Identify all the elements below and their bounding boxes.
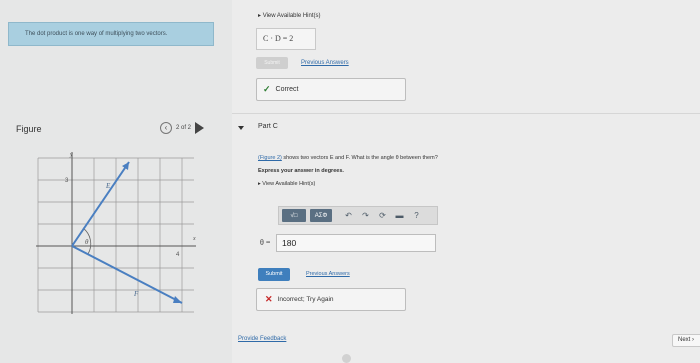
tick-x-4: 4 <box>176 252 180 258</box>
feedback-correct-text: Correct <box>275 86 299 93</box>
figure-heading: Figure <box>16 124 42 134</box>
math-toolbar: √□ ΑΣΦ ↶ ↷ ⟳ ▬ ? <box>278 206 438 225</box>
feedback-incorrect-text: Incorrect; Try Again <box>277 296 334 303</box>
vector-f-label: F <box>133 290 139 298</box>
vector-f-arrowhead <box>173 296 182 303</box>
part-title: Part C <box>258 123 278 130</box>
vector-figure: y x 3 4 θ E F <box>36 152 196 314</box>
figure-link[interactable]: (Figure 2) <box>258 155 282 161</box>
figure-pager: ‹ 2 of 2 <box>160 122 205 134</box>
undo-icon[interactable]: ↶ <box>342 211 355 220</box>
question-text: (Figure 2) shows two vectors E and F. Wh… <box>258 155 438 161</box>
submit-button[interactable]: Submit <box>258 268 290 281</box>
help-icon[interactable]: ? <box>410 211 423 220</box>
prev-figure-icon[interactable]: ‹ <box>160 122 172 134</box>
view-hints-label: View Available Hint(s) <box>262 13 321 19</box>
dot-product-answer: C · D = 2 <box>256 28 316 50</box>
x-axis-label: x <box>192 236 196 242</box>
vector-e-label: E <box>105 182 111 190</box>
next-figure-icon[interactable] <box>195 122 205 134</box>
y-axis-label: y <box>69 152 73 158</box>
instruction-text: Express your answer in degrees. <box>258 168 344 174</box>
feedback-correct: ✓ Correct <box>256 78 406 101</box>
view-hints-toggle-top[interactable]: ▸ View Available Hint(s) <box>258 12 321 19</box>
divider <box>232 113 700 114</box>
hint-banner: The dot product is one way of multiplyin… <box>8 22 214 46</box>
answer-input[interactable]: 180 <box>276 234 436 252</box>
scroll-indicator <box>342 354 351 363</box>
vector-e <box>71 161 130 247</box>
next-button[interactable]: Next › <box>672 334 700 347</box>
keyboard-icon[interactable]: ▬ <box>393 211 406 220</box>
angle-label: θ <box>85 238 89 246</box>
previous-answers-link-top[interactable]: Previous Answers <box>301 60 349 66</box>
question-body: shows two vectors E and F. What is the a… <box>281 155 438 161</box>
view-hints-label-mid: View Available Hint(s) <box>262 181 316 187</box>
redo-icon[interactable]: ↷ <box>359 211 372 220</box>
vector-f <box>71 245 183 304</box>
symbols-button[interactable]: ΑΣΦ <box>310 209 332 222</box>
templates-button[interactable]: √□ <box>282 209 306 222</box>
feedback-incorrect: ✕ Incorrect; Try Again <box>256 288 406 311</box>
reset-icon[interactable]: ⟳ <box>376 211 389 220</box>
submit-button-disabled[interactable]: Submit <box>256 57 288 69</box>
checkmark-icon: ✓ <box>263 84 271 94</box>
previous-answers-link[interactable]: Previous Answers <box>306 271 350 277</box>
collapse-caret-icon[interactable] <box>238 126 244 130</box>
provide-feedback-link[interactable]: Provide Feedback <box>238 336 286 342</box>
tick-y-3: 3 <box>65 178 69 184</box>
answer-prefix: θ = <box>260 238 271 247</box>
cross-icon: ✕ <box>265 294 273 304</box>
view-hints-toggle[interactable]: ▸ View Available Hint(s) <box>258 181 315 187</box>
pager-text: 2 of 2 <box>176 125 192 131</box>
